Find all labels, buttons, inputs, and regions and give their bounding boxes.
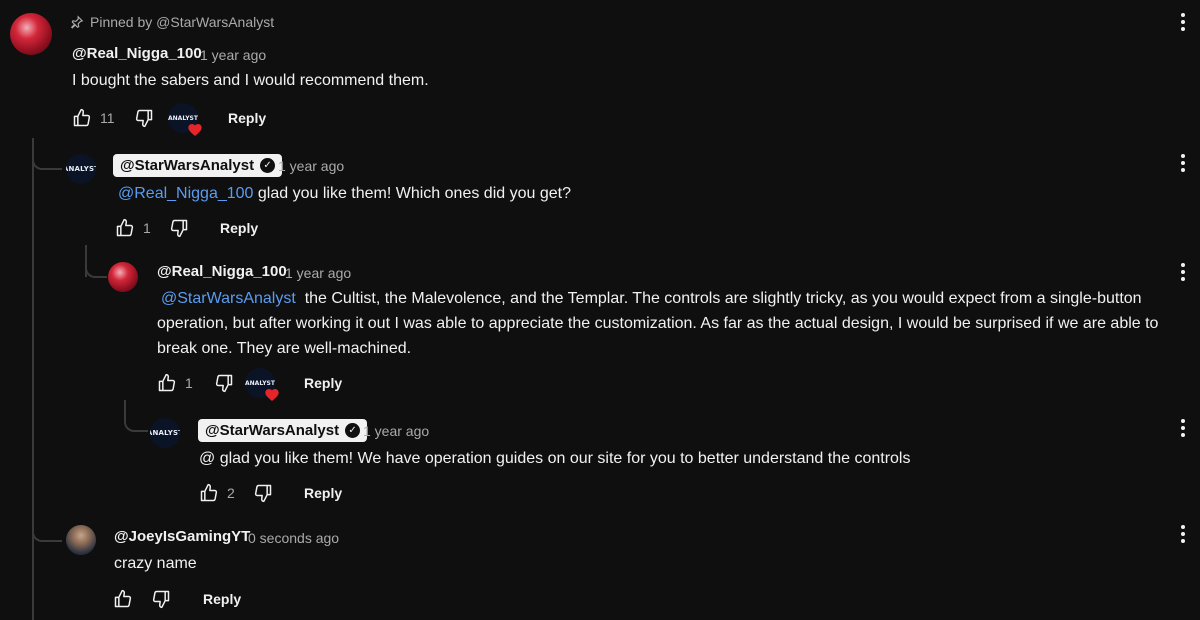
comment-author[interactable]: @Real_Nigga_100 (72, 45, 202, 62)
reply-button[interactable]: Reply (203, 591, 241, 607)
thumbs-up-icon[interactable] (111, 587, 135, 611)
more-vert-icon[interactable] (1171, 522, 1195, 546)
creator-heart-badge: ANALYST (245, 368, 279, 401)
verified-icon: ✓ (260, 158, 276, 173)
comment-time[interactable]: 1 year ago (363, 423, 429, 439)
thread-elbow (32, 522, 62, 542)
reply-button[interactable]: Reply (228, 110, 266, 126)
thumbs-down-icon[interactable] (149, 587, 173, 611)
more-vert-icon[interactable] (1171, 151, 1195, 175)
comment-text: I bought the sabers and I would recommen… (72, 72, 429, 89)
comment-author-creator[interactable]: @StarWarsAnalyst ✓ (113, 154, 283, 177)
more-vert-icon[interactable] (1171, 260, 1195, 284)
thumbs-down-icon[interactable] (167, 216, 191, 240)
avatar[interactable] (10, 13, 52, 55)
like-control: 1 (113, 216, 151, 240)
more-vert-icon[interactable] (1171, 416, 1195, 440)
comment-text: crazy name (114, 555, 197, 572)
avatar[interactable] (108, 262, 138, 292)
comment-author[interactable]: @JoeyIsGamingYT (114, 528, 250, 545)
verified-icon: ✓ (345, 423, 361, 438)
avatar[interactable]: ANALYST (66, 154, 96, 184)
thread-elbow (85, 262, 107, 278)
comment-author-creator[interactable]: @StarWarsAnalyst ✓ (198, 419, 368, 442)
thumbs-down-icon[interactable] (251, 481, 275, 505)
thread-line-main (32, 138, 34, 620)
like-count: 1 (143, 220, 151, 236)
thumbs-down-icon[interactable] (212, 371, 236, 395)
mention-link[interactable]: @StarWarsAnalyst (161, 290, 296, 307)
thumbs-down-icon[interactable] (132, 106, 156, 130)
thumbs-up-icon[interactable] (70, 106, 94, 130)
avatar[interactable]: ANALYST (150, 418, 180, 448)
heart-icon (265, 389, 279, 401)
comment-author[interactable]: @Real_Nigga_100 (157, 263, 287, 280)
thumbs-up-icon[interactable] (197, 481, 221, 505)
thumbs-up-icon[interactable] (113, 216, 137, 240)
like-control: 1 (155, 371, 193, 395)
thumbs-up-icon[interactable] (155, 371, 179, 395)
reply-button[interactable]: Reply (304, 485, 342, 501)
reply-button[interactable]: Reply (304, 375, 342, 391)
creator-heart-badge: ANALYST (168, 103, 202, 136)
heart-icon (188, 124, 202, 136)
thread-elbow (32, 150, 62, 170)
pin-icon (70, 15, 84, 29)
comment-time[interactable]: 1 year ago (200, 47, 266, 63)
comment-text: @StarWarsAnalyst the Cultist, the Malevo… (157, 290, 1163, 357)
like-control: 2 (197, 481, 235, 505)
comment-time[interactable]: 0 seconds ago (248, 530, 339, 546)
pinned-label: Pinned by @StarWarsAnalyst (70, 14, 274, 30)
thread-elbow (124, 414, 148, 432)
comment-time[interactable]: 1 year ago (285, 265, 351, 281)
mention-link[interactable]: @Real_Nigga_100 (118, 185, 253, 202)
comment-text: @Real_Nigga_100 glad you like them! Whic… (118, 185, 571, 202)
comment-time[interactable]: 1 year ago (278, 158, 344, 174)
more-vert-icon[interactable] (1171, 10, 1195, 34)
avatar[interactable] (66, 525, 96, 555)
like-count: 1 (185, 375, 193, 391)
like-control: 11 (70, 106, 115, 130)
comment-text: @ glad you like them! We have operation … (199, 450, 911, 467)
like-count: 11 (100, 110, 115, 126)
reply-button[interactable]: Reply (220, 220, 258, 236)
like-count: 2 (227, 485, 235, 501)
